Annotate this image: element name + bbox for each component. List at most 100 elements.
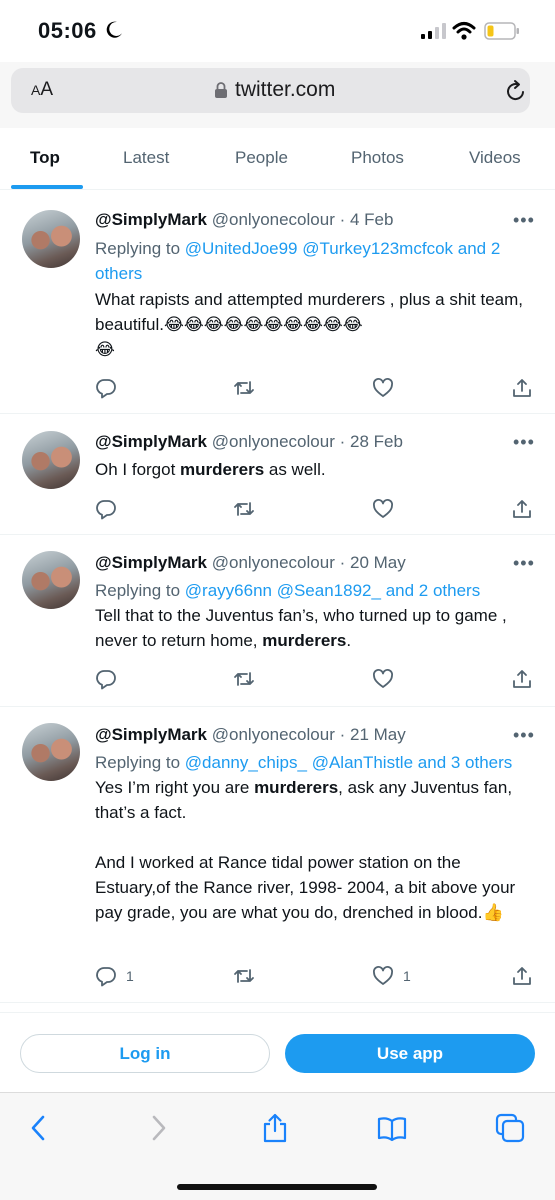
like-button[interactable] [372, 498, 394, 520]
reply-button[interactable]: 1 [95, 965, 145, 987]
like-icon [373, 378, 393, 397]
separator: · [339, 210, 346, 229]
tab-people[interactable]: People [235, 148, 288, 168]
share-icon [513, 379, 531, 397]
replying-users[interactable]: @rayy66nn @Sean1892_ [185, 581, 381, 600]
retweet-icon [234, 502, 254, 516]
wifi-icon [452, 22, 476, 40]
more-options-icon[interactable]: ••• [513, 553, 535, 574]
reply-icon [96, 670, 116, 690]
retweet-button[interactable] [233, 965, 255, 987]
replying-to: Replying to @rayy66nn @Sean1892_ and 2 o… [95, 581, 481, 600]
url-text: twitter.com [235, 78, 336, 101]
tab-top[interactable]: Top [30, 148, 60, 168]
retweet-button[interactable] [233, 668, 255, 690]
user-handle[interactable]: @onlyonecolour [212, 725, 335, 744]
tweet[interactable]: @SimplyMark @onlyonecolour · 4 Feb ••• R… [0, 190, 555, 414]
address-bar[interactable]: AA twitter.com [11, 68, 530, 113]
tab-latest[interactable]: Latest [123, 148, 169, 168]
tweet-text: What rapists and attempted murderers , p… [95, 290, 524, 359]
use-app-button[interactable]: Use app [285, 1034, 535, 1073]
reply-button[interactable] [95, 668, 117, 690]
user-name[interactable]: @SimplyMark [95, 210, 207, 229]
share-button[interactable] [511, 668, 533, 690]
share-button[interactable] [511, 377, 533, 399]
battery-icon [484, 22, 519, 40]
reply-icon [96, 967, 116, 987]
user-handle[interactable]: @onlyonecolour [212, 210, 335, 229]
share-button[interactable] [511, 965, 533, 987]
like-icon [373, 499, 393, 518]
tab-photos[interactable]: Photos [351, 148, 404, 168]
reply-icon [96, 379, 116, 399]
tweet-actions [95, 668, 535, 692]
tweet-date[interactable]: 4 Feb [350, 210, 393, 229]
avatar[interactable] [22, 551, 80, 609]
reload-icon[interactable] [505, 79, 527, 103]
more-options-icon[interactable]: ••• [513, 432, 535, 453]
reader-options-button[interactable]: AA [31, 79, 53, 101]
replying-more[interactable]: and 3 others [418, 753, 513, 772]
like-icon [373, 669, 393, 688]
tweet-text: Yes I’m right you are murderers, ask any… [95, 778, 516, 922]
like-button[interactable] [372, 668, 394, 690]
retweet-icon [234, 381, 254, 395]
retweet-button[interactable] [233, 377, 255, 399]
tweet-header: @SimplyMark @onlyonecolour · 28 Feb [95, 432, 403, 452]
user-name[interactable]: @SimplyMark [95, 725, 207, 744]
tweet-text: Oh I forgot murderers as well. [95, 460, 326, 479]
home-indicator [177, 1184, 377, 1190]
tabs-icon[interactable] [495, 1113, 525, 1143]
tweet-date[interactable]: 28 Feb [350, 432, 403, 451]
back-icon[interactable] [24, 1113, 54, 1143]
tweet[interactable]: @SimplyMark @onlyonecolour · 20 May ••• … [0, 535, 555, 707]
share-button[interactable] [511, 498, 533, 520]
user-handle[interactable]: @onlyonecolour [212, 432, 335, 451]
tweet-actions: 1 1 [95, 965, 535, 989]
tab-videos[interactable]: Videos [469, 148, 521, 168]
moon-icon [106, 21, 122, 38]
active-tab-indicator [11, 185, 83, 189]
share-icon [513, 500, 531, 518]
tweet[interactable]: @SimplyMark @onlyonecolour · 21 May ••• … [0, 707, 555, 1003]
replying-to: Replying to @danny_chips_ @AlanThistle a… [95, 753, 513, 772]
user-name[interactable]: @SimplyMark [95, 432, 207, 451]
bookmarks-icon[interactable] [377, 1113, 407, 1143]
avatar[interactable] [22, 210, 80, 268]
more-options-icon[interactable]: ••• [513, 725, 535, 746]
avatar[interactable] [22, 723, 80, 781]
separator: · [339, 432, 346, 451]
like-button[interactable]: 1 [372, 965, 422, 987]
separator: · [339, 553, 346, 572]
reply-button[interactable] [95, 498, 117, 520]
user-name[interactable]: @SimplyMark [95, 553, 207, 572]
tweet-text: Tell that to the Juventus fan’s, who tur… [95, 606, 507, 650]
user-handle[interactable]: @onlyonecolour [212, 553, 335, 572]
search-tabs: Top Latest People Photos Videos [0, 128, 555, 190]
like-count: 1 [403, 968, 411, 984]
share-icon[interactable] [260, 1113, 290, 1143]
replying-users[interactable]: @UnitedJoe99 @Turkey123mcfcok [185, 239, 453, 258]
replying-to: Replying to @UnitedJoe99 @Turkey123mcfco… [95, 239, 501, 283]
tweet-date[interactable]: 21 May [350, 725, 406, 744]
browser-address-area: AA twitter.com [0, 62, 555, 128]
like-button[interactable] [372, 377, 394, 399]
replying-more[interactable]: and 2 others [386, 581, 481, 600]
login-button[interactable]: Log in [20, 1034, 270, 1073]
retweet-icon [234, 969, 254, 983]
share-icon [513, 670, 531, 688]
reply-icon [96, 500, 116, 520]
separator: · [339, 725, 346, 744]
lock-icon [215, 82, 227, 98]
tweet[interactable]: @SimplyMark @onlyonecolour · 28 Feb ••• … [0, 414, 555, 535]
retweet-icon [234, 672, 254, 686]
replying-users[interactable]: @danny_chips_ @AlanThistle [185, 753, 413, 772]
more-options-icon[interactable]: ••• [513, 210, 535, 231]
retweet-button[interactable] [233, 498, 255, 520]
tweet-date[interactable]: 20 May [350, 553, 406, 572]
avatar[interactable] [22, 431, 80, 489]
like-icon [373, 966, 393, 985]
reply-button[interactable] [95, 377, 117, 399]
tweet-header: @SimplyMark @onlyonecolour · 4 Feb [95, 210, 393, 230]
forward-icon[interactable] [143, 1113, 173, 1143]
